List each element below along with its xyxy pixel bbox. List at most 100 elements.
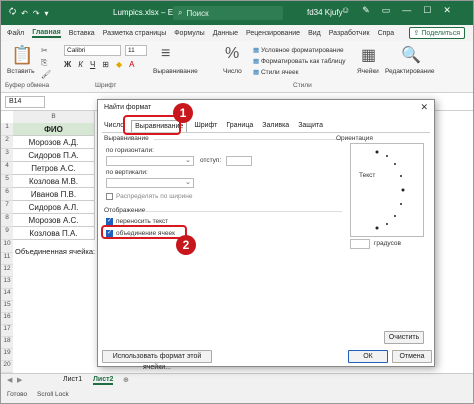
tab-border[interactable]: Граница: [224, 120, 255, 132]
alignment-icon[interactable]: ≡: [161, 45, 170, 63]
close-icon[interactable]: ✕: [443, 5, 451, 16]
name-cell[interactable]: Иванов П.В.: [13, 188, 95, 201]
name-cell[interactable]: Петров А.С.: [13, 162, 95, 175]
row-header[interactable]: 16: [1, 313, 13, 325]
font-size-select[interactable]: 11: [125, 45, 147, 56]
tab-protection[interactable]: Защита: [296, 120, 325, 132]
wrap-text-label: переносить текст: [116, 218, 169, 225]
redo-icon[interactable]: ↷: [33, 9, 40, 18]
ok-button[interactable]: ОК: [348, 350, 388, 363]
horizontal-select[interactable]: ⌄: [106, 156, 194, 166]
tab-fill[interactable]: Заливка: [260, 120, 291, 132]
tab-review[interactable]: Рецензирование: [246, 30, 300, 37]
name-cell[interactable]: Сидоров П.А.: [13, 149, 95, 162]
tab-font[interactable]: Шрифт: [192, 120, 219, 132]
cells-icon[interactable]: ▦: [361, 45, 376, 65]
use-format-button[interactable]: Использовать формат этой ячейки...: [102, 350, 212, 371]
row-header[interactable]: 5: [1, 175, 13, 188]
row-header[interactable]: 3: [1, 149, 13, 162]
tab-formulas[interactable]: Формулы: [174, 30, 204, 37]
tab-home[interactable]: Главная: [32, 29, 61, 38]
user-name[interactable]: fd34 Kjufy: [307, 8, 343, 17]
merged-cell-note[interactable]: Объединенная ячейка:: [15, 247, 95, 256]
distribute-checkbox[interactable]: [106, 193, 113, 200]
row-header[interactable]: 10: [1, 240, 13, 253]
row-header[interactable]: 2: [1, 136, 13, 149]
ribbon-display-icon[interactable]: ▭: [382, 5, 391, 16]
row-header[interactable]: 12: [1, 265, 13, 277]
row-header[interactable]: 6: [1, 188, 13, 201]
editing-icon[interactable]: 🔍: [401, 45, 421, 65]
tab-insert[interactable]: Вставка: [69, 30, 95, 37]
distribute-label: Распределять по ширине: [116, 193, 193, 200]
tab-help[interactable]: Спра: [378, 30, 395, 37]
next-sheet-icon[interactable]: ▶: [17, 376, 22, 384]
name-cell[interactable]: Козлова М.В.: [13, 175, 95, 188]
share-button[interactable]: ⇪ Поделиться: [408, 27, 465, 39]
row-header[interactable]: 4: [1, 162, 13, 175]
row-header[interactable]: 18: [1, 337, 13, 349]
name-cell[interactable]: Морозов А.Д.: [13, 136, 95, 149]
name-cell[interactable]: Козлова П.А.: [13, 227, 95, 240]
conditional-formatting-button[interactable]: Условное форматирование: [253, 45, 346, 56]
horizontal-label: по горизонтали:: [106, 147, 154, 154]
number-format-icon[interactable]: %: [225, 45, 239, 63]
cell-styles-button[interactable]: Стили ячеек: [253, 67, 346, 78]
name-cell[interactable]: Сидоров А.Л.: [13, 201, 95, 214]
underline-icon[interactable]: Ч: [90, 60, 95, 69]
paste-icon[interactable]: 📋: [11, 45, 33, 66]
clipboard-group-label: Буфер обмена: [5, 82, 50, 89]
degrees-spinner[interactable]: [350, 239, 370, 249]
row-header[interactable]: 14: [1, 289, 13, 301]
vertical-select[interactable]: ⌄: [106, 178, 194, 188]
fill-color-icon[interactable]: ◆: [116, 60, 122, 69]
undo-icon[interactable]: ↶: [21, 9, 28, 18]
minimize-icon[interactable]: —: [402, 5, 411, 16]
column-header-b[interactable]: B: [13, 111, 95, 123]
account-icon[interactable]: ☺: [341, 5, 350, 16]
pen-icon[interactable]: ✎: [362, 5, 370, 16]
orientation-section-label: Ориентация: [336, 135, 373, 142]
close-icon[interactable]: ✕: [420, 102, 428, 113]
border-icon[interactable]: ⊞: [102, 60, 109, 69]
row-header[interactable]: 19: [1, 349, 13, 361]
tab-page-layout[interactable]: Разметка страницы: [103, 30, 167, 37]
orientation-box[interactable]: Текст: [350, 143, 424, 237]
bold-icon[interactable]: Ж: [64, 60, 71, 69]
name-box[interactable]: B14: [5, 96, 45, 108]
tab-data[interactable]: Данные: [213, 30, 238, 37]
copy-icon[interactable]: ⎘: [41, 58, 47, 68]
row-header[interactable]: 20: [1, 361, 13, 373]
search-input[interactable]: ⌕ Поиск: [173, 6, 283, 20]
sheet-tab-1[interactable]: Лист1: [63, 376, 82, 383]
header-cell[interactable]: ФИО: [13, 123, 95, 136]
autosave-icon[interactable]: 🗘: [9, 6, 16, 20]
tab-view[interactable]: Вид: [308, 30, 321, 37]
row-header[interactable]: 7: [1, 201, 13, 214]
format-as-table-button[interactable]: Форматировать как таблицу: [253, 56, 346, 67]
sheet-tab-2[interactable]: Лист2: [93, 376, 114, 385]
font-name-select[interactable]: Calibri: [64, 45, 121, 56]
row-header[interactable]: 8: [1, 214, 13, 227]
row-header[interactable]: 13: [1, 277, 13, 289]
tab-developer[interactable]: Разработчик: [329, 30, 370, 37]
row-header[interactable]: 11: [1, 253, 13, 265]
wrap-text-checkbox[interactable]: [106, 217, 113, 225]
row-header[interactable]: 17: [1, 325, 13, 337]
customize-icon[interactable]: ▾: [45, 9, 49, 18]
indent-spinner[interactable]: [226, 156, 252, 166]
italic-icon[interactable]: К: [78, 60, 83, 69]
cut-icon[interactable]: ✂: [41, 46, 48, 55]
clear-button[interactable]: Очистить: [384, 331, 424, 344]
prev-sheet-icon[interactable]: ◀: [7, 376, 12, 384]
name-cell[interactable]: Морозов А.С.: [13, 214, 95, 227]
row-header[interactable]: 1: [1, 123, 13, 136]
row-header[interactable]: 9: [1, 227, 13, 240]
tab-file[interactable]: Файл: [7, 30, 24, 37]
add-sheet-icon[interactable]: ⊕: [123, 376, 129, 384]
cancel-button[interactable]: Отмена: [392, 350, 432, 363]
format-painter-icon[interactable]: 🖌: [41, 70, 51, 79]
row-header[interactable]: 15: [1, 301, 13, 313]
maximize-icon[interactable]: ☐: [423, 5, 431, 16]
font-color-icon[interactable]: A: [129, 60, 134, 69]
